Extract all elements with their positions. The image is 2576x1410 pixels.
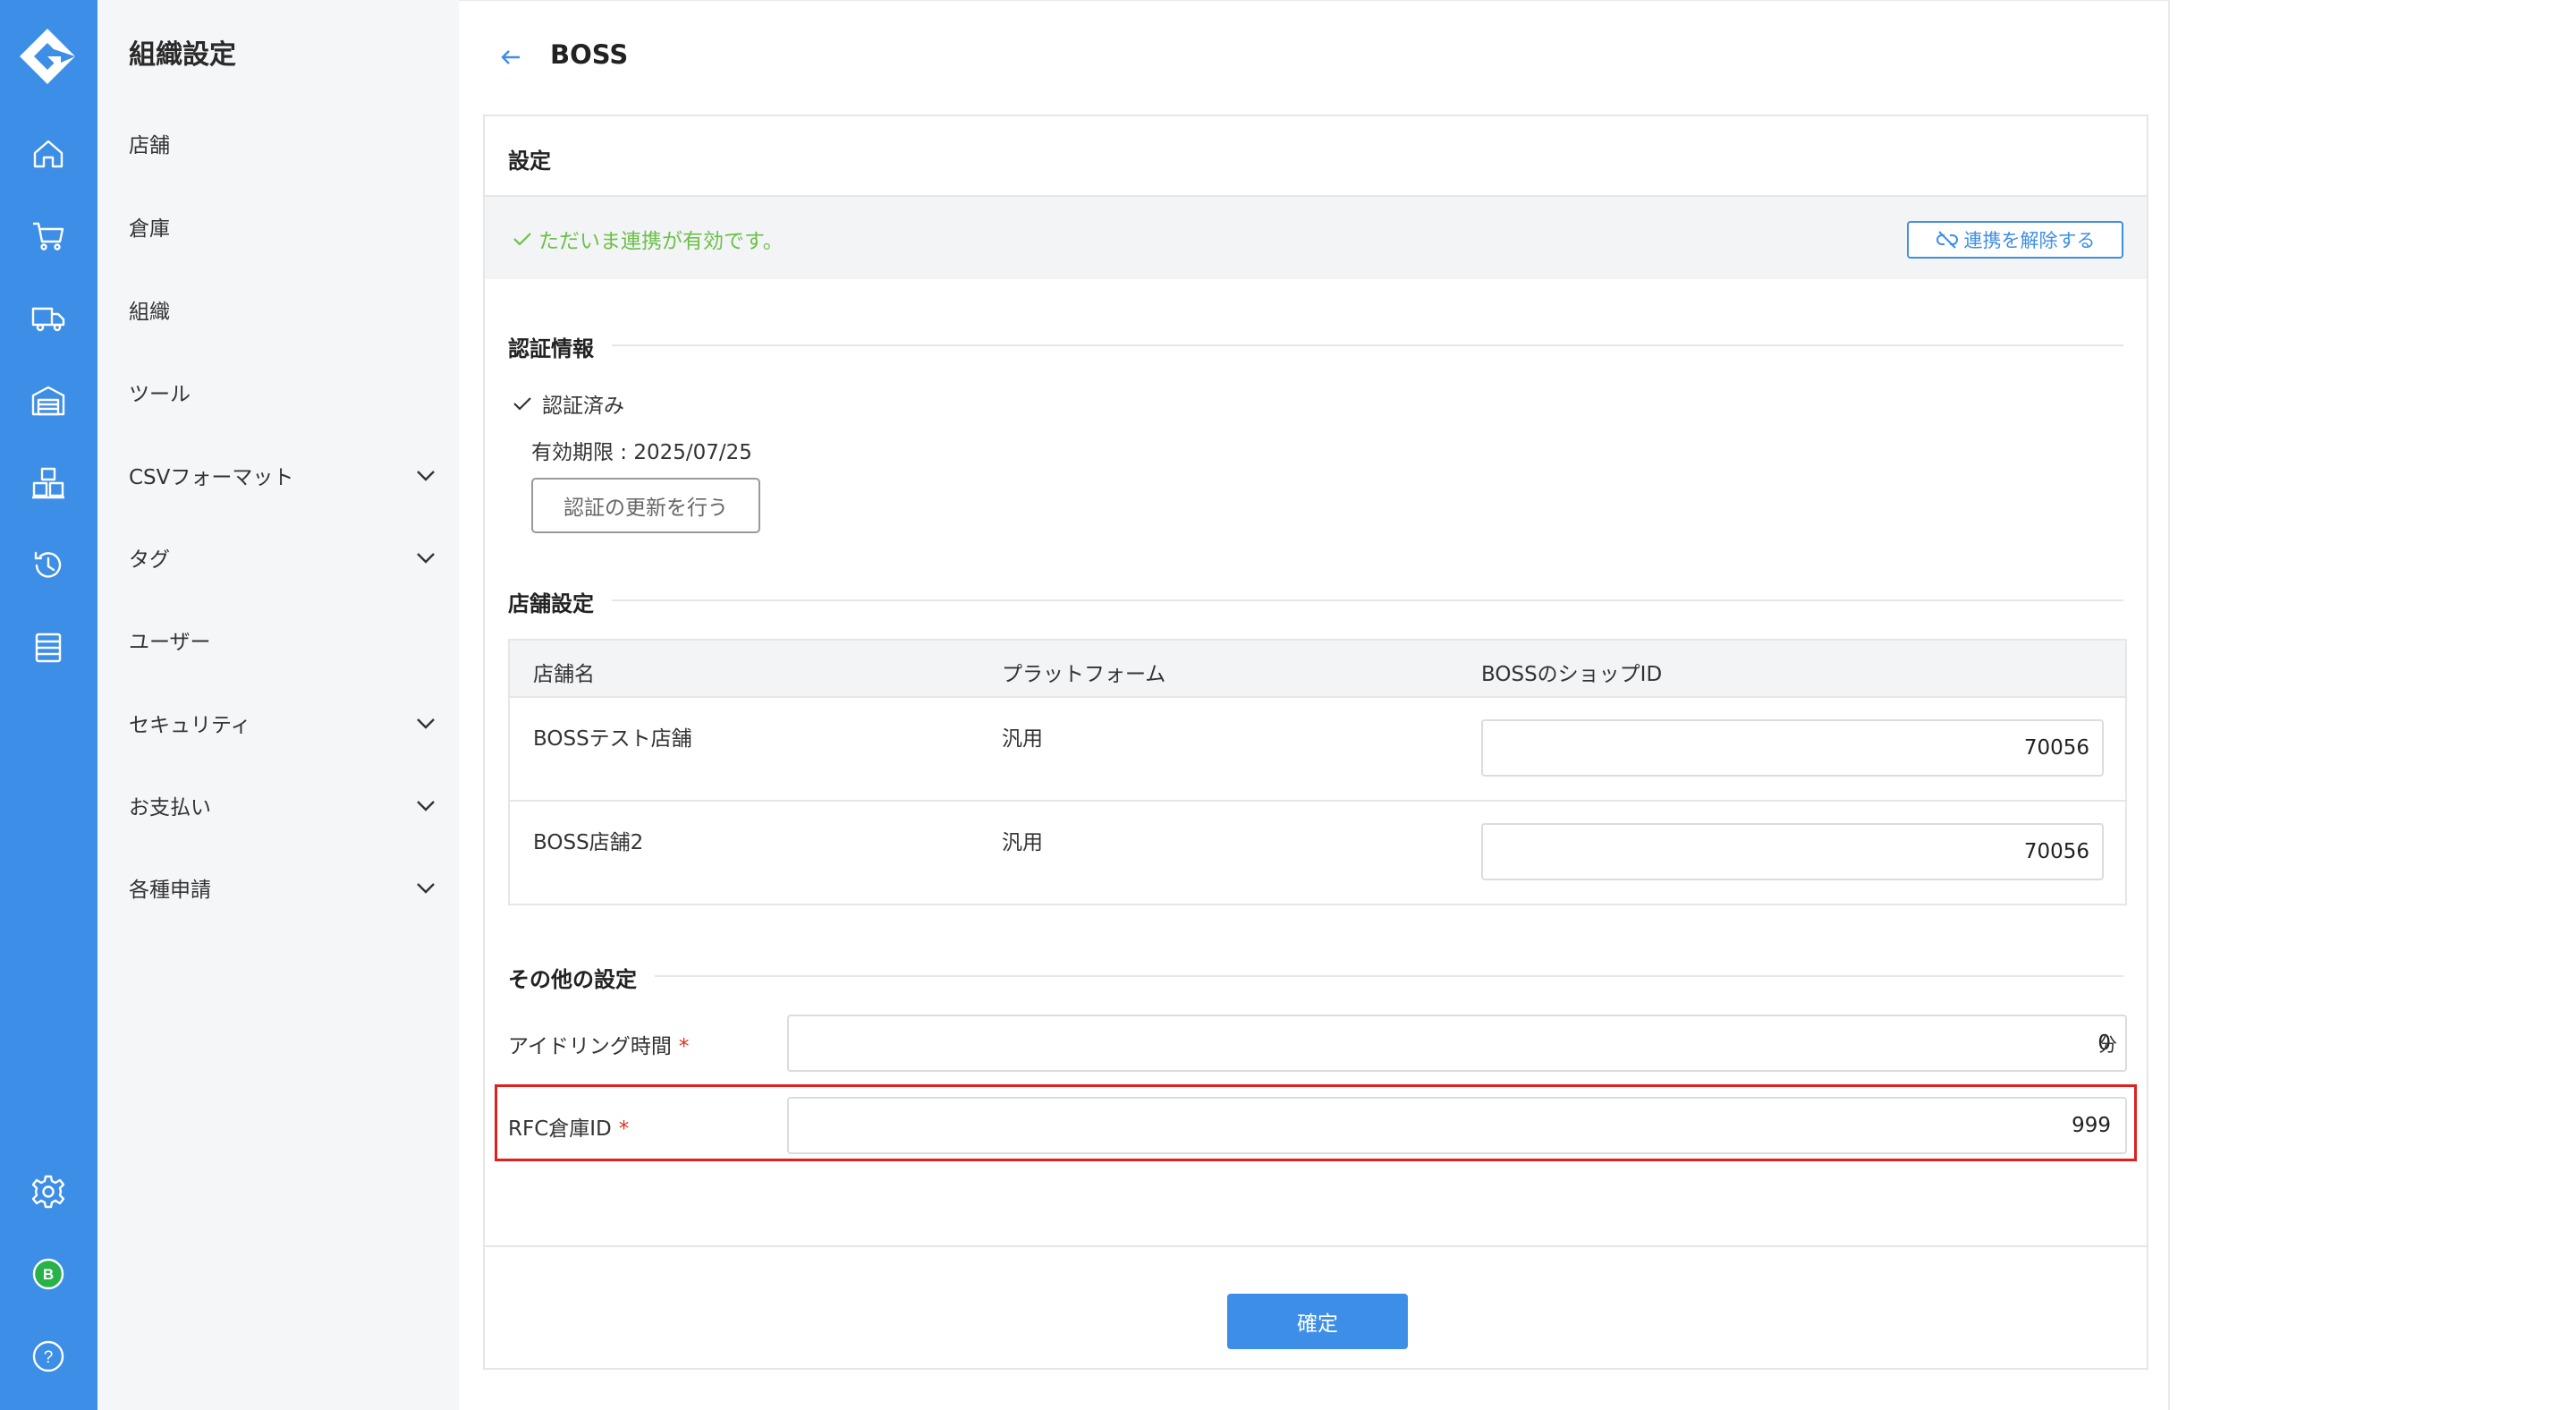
chevron-down-icon: [417, 718, 435, 729]
store-platform: 汎用: [1002, 831, 1043, 854]
chevron-down-icon: [417, 553, 435, 564]
sidebar-item-applications[interactable]: 各種申請: [129, 864, 437, 911]
card-title: 設定: [508, 149, 551, 174]
column-header-platform: プラットフォーム: [1002, 663, 1166, 686]
sidebar-item-label: ツール: [129, 383, 191, 406]
renew-auth-button[interactable]: 認証の更新を行う: [531, 478, 760, 533]
chevron-down-icon: [417, 883, 435, 894]
sidebar-item-users[interactable]: ユーザー: [129, 616, 437, 663]
store-table: 店舗名 プラットフォーム BOSSのショップID BOSSテスト店舗 汎用 BO…: [508, 639, 2127, 905]
table-row: BOSS店舗2 汎用: [510, 802, 2125, 905]
unlink-icon: [1936, 231, 1958, 249]
avatar-icon[interactable]: B: [27, 1253, 70, 1295]
connection-status-banner: ただいま連携が有効です。 連携を解除する: [485, 197, 2147, 279]
settings-sidebar: 組織設定 店舗 倉庫 組織 ツール CSVフォーマット タグ ユーザー セキュリ…: [97, 0, 459, 1410]
sidebar-item-label: CSVフォーマット: [129, 466, 294, 489]
card-header: 設定: [485, 116, 2147, 197]
confirm-button[interactable]: 確定: [1227, 1294, 1408, 1349]
icon-rail: B ?: [0, 0, 97, 1410]
store-name: BOSSテスト店舗: [533, 727, 692, 751]
sidebar-item-label: お支払い: [129, 796, 211, 820]
sidebar-item-warehouse[interactable]: 倉庫: [129, 203, 437, 250]
sidebar-item-label: 倉庫: [129, 217, 170, 241]
sidebar-item-label: 各種申請: [129, 879, 211, 902]
idle-time-label-text: アイドリング時間: [508, 1035, 672, 1058]
idle-time-label: アイドリング時間 *: [508, 1029, 689, 1059]
auth-section-title: 認証情報: [508, 331, 612, 362]
rfc-warehouse-id-input[interactable]: [787, 1097, 2127, 1154]
chevron-down-icon: [417, 801, 435, 811]
sidebar-item-organization[interactable]: 組織: [129, 286, 437, 333]
idle-time-unit: 分: [2098, 1034, 2117, 1056]
svg-text:?: ?: [44, 1348, 54, 1367]
section-divider: [508, 599, 2123, 601]
gear-icon[interactable]: [27, 1170, 70, 1213]
sidebar-item-tools[interactable]: ツール: [129, 369, 437, 415]
required-mark: *: [678, 1035, 690, 1058]
help-icon[interactable]: ?: [27, 1335, 70, 1378]
sidebar-item-payments[interactable]: お支払い: [129, 782, 437, 828]
sidebar-item-label: 店舗: [129, 134, 170, 157]
shop-id-input[interactable]: [1481, 719, 2104, 777]
rfc-warehouse-label: RFC倉庫ID *: [508, 1111, 629, 1142]
sidebar-item-label: セキュリティ: [129, 714, 251, 737]
chevron-down-icon: [417, 471, 435, 481]
sidebar-item-label: タグ: [129, 548, 170, 572]
rfc-warehouse-label-text: RFC倉庫ID: [508, 1117, 612, 1141]
store-name: BOSS店舗2: [533, 831, 644, 854]
sidebar-item-stores[interactable]: 店舗: [129, 120, 437, 166]
sidebar-item-label: 組織: [129, 301, 170, 324]
cart-icon[interactable]: [27, 215, 70, 258]
other-section-title: その他の設定: [508, 962, 655, 993]
idle-time-input[interactable]: [787, 1015, 2127, 1072]
auth-expiry: 有効期限 : 2025/07/25: [531, 441, 752, 464]
sidebar-title: 組織設定: [129, 39, 236, 71]
unlink-button[interactable]: 連携を解除する: [1907, 221, 2123, 259]
table-row: BOSSテスト店舗 汎用: [510, 698, 2125, 802]
shop-id-input[interactable]: [1481, 823, 2104, 880]
table-header: 店舗名 プラットフォーム BOSSのショップID: [510, 641, 2125, 698]
unlink-button-label: 連携を解除する: [1963, 230, 2096, 251]
app-logo-icon[interactable]: [18, 27, 77, 86]
check-icon: [513, 397, 531, 411]
back-arrow-icon[interactable]: [496, 43, 525, 72]
home-icon[interactable]: [27, 132, 70, 175]
history-icon[interactable]: [27, 544, 70, 587]
required-mark: *: [618, 1117, 630, 1141]
svg-text:B: B: [43, 1266, 54, 1283]
settings-card: 設定 ただいま連携が有効です。 連携を解除する 認証情報 認証済み 有効期限 :…: [483, 115, 2148, 1370]
connection-status-text: ただいま連携が有効です。: [538, 230, 784, 253]
auth-status: 認証済み: [512, 388, 624, 419]
section-divider: [508, 344, 2123, 346]
connection-status: ただいま連携が有効です。: [512, 224, 784, 254]
column-header-shop-id: BOSSのショップID: [1481, 663, 1663, 686]
sidebar-item-csv-format[interactable]: CSVフォーマット: [129, 452, 437, 498]
footer-divider: [485, 1245, 2147, 1247]
boxes-icon[interactable]: [27, 462, 70, 505]
page-title: BOSS: [550, 39, 629, 70]
list-icon[interactable]: [27, 626, 70, 669]
truck-icon[interactable]: [27, 297, 70, 340]
warehouse-icon[interactable]: [27, 379, 70, 422]
sidebar-item-label: ユーザー: [129, 631, 211, 654]
column-header-store-name: 店舗名: [533, 663, 595, 686]
sidebar-item-tags[interactable]: タグ: [129, 534, 437, 581]
check-icon: [513, 233, 531, 246]
store-platform: 汎用: [1002, 727, 1043, 751]
section-divider: [508, 975, 2123, 977]
sidebar-item-security[interactable]: セキュリティ: [129, 700, 437, 746]
store-section-title: 店舗設定: [508, 586, 612, 617]
auth-status-text: 認証済み: [542, 395, 624, 418]
